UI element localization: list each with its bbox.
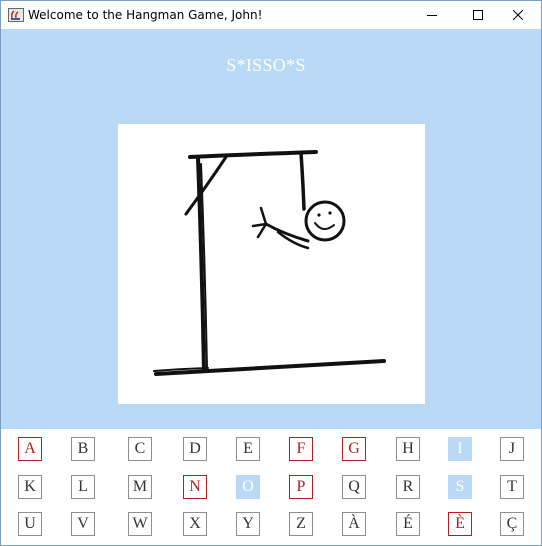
- letter-key[interactable]: R: [396, 475, 420, 499]
- letter-key[interactable]: Ç: [500, 512, 524, 536]
- game-area: S*ISSO*S: [1, 29, 541, 429]
- letter-key[interactable]: H: [396, 437, 420, 461]
- hangman-head: [304, 200, 346, 242]
- letter-key[interactable]: É: [396, 512, 420, 536]
- gallows-base: [154, 359, 386, 376]
- letter-key[interactable]: S: [448, 475, 472, 499]
- letter-key[interactable]: L: [71, 475, 95, 499]
- hangman-drawing: [118, 124, 425, 404]
- gallows-rope: [299, 151, 306, 211]
- letter-key[interactable]: O: [236, 475, 260, 499]
- letter-key[interactable]: È: [448, 512, 472, 536]
- letter-key[interactable]: A: [18, 437, 42, 461]
- masked-word: S*ISSO*S: [226, 55, 306, 75]
- letter-key[interactable]: I: [448, 437, 472, 461]
- minimize-icon: [427, 10, 437, 20]
- letter-key[interactable]: T: [500, 475, 524, 499]
- letter-key[interactable]: J: [500, 437, 524, 461]
- letter-key[interactable]: N: [183, 475, 207, 499]
- letter-key[interactable]: W: [128, 512, 152, 536]
- window-title: Welcome to the Hangman Game, John!: [28, 8, 263, 22]
- letter-key[interactable]: B: [71, 437, 95, 461]
- gallows-beam: [188, 150, 318, 159]
- letter-key[interactable]: À: [342, 512, 366, 536]
- letter-key[interactable]: D: [183, 437, 207, 461]
- maximize-icon: [473, 10, 483, 20]
- letter-key[interactable]: V: [71, 512, 95, 536]
- title-bar[interactable]: Welcome to the Hangman Game, John!: [1, 1, 541, 29]
- java-cup-icon: [8, 8, 24, 22]
- letter-key[interactable]: X: [183, 512, 207, 536]
- letter-key[interactable]: C: [128, 437, 152, 461]
- letter-key[interactable]: G: [342, 437, 366, 461]
- letter-key[interactable]: M: [128, 475, 152, 499]
- minimize-button[interactable]: [409, 1, 455, 29]
- letter-key[interactable]: E: [236, 437, 260, 461]
- letter-key[interactable]: K: [18, 475, 42, 499]
- letter-keyboard: A B C D E F G H I J K L M N O P Q R S T U V W X Y Z À É È Ç: [1, 429, 541, 545]
- gallows-brace: [184, 155, 228, 216]
- hangman-window: Welcome to the Hangman Game, John! S*ISS…: [0, 0, 542, 546]
- letter-key[interactable]: U: [18, 512, 42, 536]
- letter-key[interactable]: Y: [236, 512, 260, 536]
- letter-key[interactable]: F: [289, 437, 313, 461]
- close-icon: [513, 10, 523, 20]
- letter-key[interactable]: Z: [289, 512, 313, 536]
- letter-key[interactable]: Q: [342, 475, 366, 499]
- letter-key[interactable]: P: [289, 475, 313, 499]
- close-button[interactable]: [495, 1, 541, 29]
